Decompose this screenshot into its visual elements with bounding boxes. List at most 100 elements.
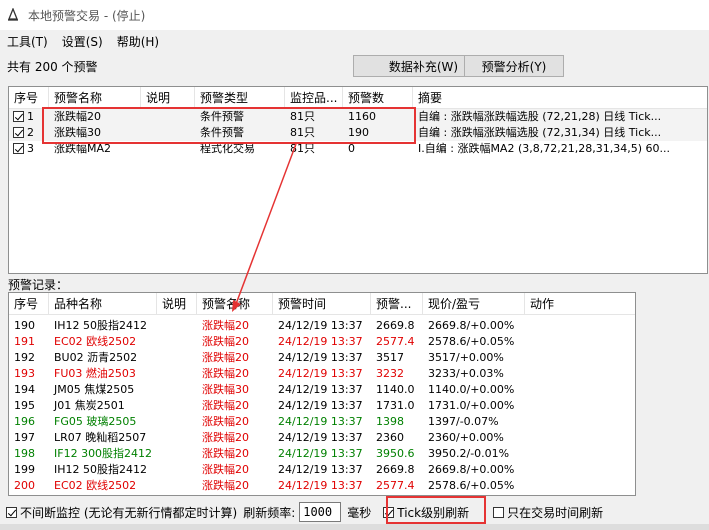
record-cell-pnl: 1731.0/+0.00% [428, 399, 515, 412]
alert-cell-monitor: 81只 [290, 126, 315, 139]
alert-row-checkbox[interactable]: 3 [9, 141, 49, 157]
record-cell-desc [157, 318, 197, 334]
alert-row[interactable]: 2 涨跌幅30 条件预警 81只 190 自编 : 涨跌幅涨跌幅选股 (72,31,34)… [9, 125, 707, 141]
col-alert-count[interactable]: 预警数 [343, 87, 413, 108]
alert-cell-summary: 自编 : 涨跌幅涨跌幅选股 (72,31,34) 日线 Tick... [418, 126, 662, 139]
alert-cell-name: 涨跌幅20 [54, 110, 101, 123]
record-cell-alert: 涨跌幅20 [202, 479, 249, 492]
record-cell-pnl: 1140.0/+0.00% [428, 383, 515, 396]
checkbox-icon[interactable] [13, 143, 24, 154]
record-cell-product: LR07 晚籼稻2507 [54, 431, 147, 444]
record-list[interactable]: 序号 品种名称 说明 预警名称 预警时间 预警... 现价/盈亏 动作 190 I… [8, 292, 636, 496]
alert-cell-name: 涨跌幅30 [54, 126, 101, 139]
col-time[interactable]: 预警时间 [273, 293, 371, 314]
title-bar: 本地预警交易 - (停止) [0, 0, 709, 30]
record-cell-product: IH12 50股指2412 [54, 463, 148, 476]
checkbox-icon[interactable] [383, 507, 395, 518]
checkbox-icon[interactable] [6, 507, 17, 518]
col-record-desc[interactable]: 说明 [157, 293, 197, 314]
record-cell-time: 24/12/19 13:37 [278, 335, 363, 348]
col-price[interactable]: 预警... [371, 293, 423, 314]
menu-tools[interactable]: 工具(T) [0, 33, 55, 50]
col-record-alert[interactable]: 预警名称 [197, 293, 273, 314]
record-cell-alert: 涨跌幅20 [202, 415, 249, 428]
record-cell-product: EC02 欧线2502 [54, 479, 137, 492]
record-cell-time: 24/12/19 13:37 [278, 447, 363, 460]
record-cell-product: JM05 焦煤2505 [54, 383, 135, 396]
record-cell-desc [157, 478, 197, 494]
alert-list-header: 序号 预警名称 说明 预警类型 监控品... 预警数 摘要 [9, 87, 707, 109]
alert-row[interactable]: 1 涨跌幅20 条件预警 81只 1160 自编 : 涨跌幅涨跌幅选股 (72,21,28… [9, 109, 707, 125]
checkbox-icon[interactable] [13, 127, 24, 138]
record-row[interactable]: 199 IH12 50股指2412 涨跌幅20 24/12/19 13:37 2669.… [9, 462, 635, 478]
alert-cell-count: 1160 [348, 110, 376, 123]
record-cell-pnl: 2578.6/+0.05% [428, 479, 515, 492]
record-row[interactable]: 191 EC02 欧线2502 涨跌幅20 24/12/19 13:37 2577.4 2… [9, 334, 635, 350]
alert-rows: 1 涨跌幅20 条件预警 81只 1160 自编 : 涨跌幅涨跌幅选股 (72,21,28… [9, 109, 707, 157]
alert-cell-summary: I.自编 : 涨跌幅MA2 (3,8,72,21,28,31,34,5) 60.… [418, 142, 670, 155]
alert-analysis-button[interactable]: 预警分析(Y) [464, 55, 564, 77]
record-row[interactable]: 200 EC02 欧线2502 涨跌幅20 24/12/19 13:37 2577.4 2… [9, 478, 635, 494]
alert-cell-monitor: 81只 [290, 110, 315, 123]
record-cell-product: FG05 玻璃2505 [54, 415, 137, 428]
trade-time-checkbox[interactable] [493, 505, 507, 519]
record-row[interactable]: 196 FG05 玻璃2505 涨跌幅20 24/12/19 13:37 1398 139… [9, 414, 635, 430]
record-cell-product: J01 焦炭2501 [54, 399, 125, 412]
record-cell-idx: 190 [14, 319, 35, 332]
col-action[interactable]: 动作 [525, 293, 635, 314]
col-alert-type[interactable]: 预警类型 [195, 87, 285, 108]
alert-cell-desc [141, 125, 195, 141]
continuous-monitor-checkbox[interactable] [6, 505, 20, 519]
record-row[interactable]: 193 FU03 燃油2503 涨跌幅20 24/12/19 13:37 3232 323… [9, 366, 635, 382]
col-desc[interactable]: 说明 [141, 87, 195, 108]
alert-row-checkbox[interactable]: 2 [9, 125, 49, 141]
col-product[interactable]: 品种名称 [49, 293, 157, 314]
record-cell-time: 24/12/19 13:37 [278, 319, 363, 332]
record-row[interactable]: 195 J01 焦炭2501 涨跌幅20 24/12/19 13:37 1731.0 17… [9, 398, 635, 414]
alert-row-checkbox[interactable]: 1 [9, 109, 49, 125]
record-cell-alert: 涨跌幅20 [202, 351, 249, 364]
record-cell-idx: 200 [14, 479, 35, 492]
col-pnl[interactable]: 现价/盈亏 [423, 293, 525, 314]
menu-settings[interactable]: 设置(S) [55, 33, 110, 50]
record-cell-alert: 涨跌幅20 [202, 399, 249, 412]
record-cell-pnl: 3233/+0.03% [428, 367, 504, 380]
record-row[interactable]: 190 IH12 50股指2412 涨跌幅20 24/12/19 13:37 2669.… [9, 318, 635, 334]
record-row[interactable]: 197 LR07 晚籼稻2507 涨跌幅20 24/12/19 13:37 2360 23… [9, 430, 635, 446]
alert-cell-summary: 自编 : 涨跌幅涨跌幅选股 (72,21,28) 日线 Tick... [418, 110, 662, 123]
record-cell-alert: 涨跌幅20 [202, 335, 249, 348]
col-summary[interactable]: 摘要 [413, 87, 707, 108]
record-cell-idx: 194 [14, 383, 35, 396]
record-cell-action [525, 430, 635, 446]
col-alert-name[interactable]: 预警名称 [49, 87, 141, 108]
menu-help[interactable]: 帮助(H) [110, 33, 166, 50]
tick-refresh-label: Tick级别刷新 [397, 505, 470, 520]
record-row[interactable]: 192 BU02 沥青2502 涨跌幅20 24/12/19 13:37 3517 351… [9, 350, 635, 366]
record-cell-idx: 193 [14, 367, 35, 380]
record-cell-desc [157, 382, 197, 398]
record-cell-pnl: 3950.2/-0.01% [428, 447, 510, 460]
record-row[interactable]: 194 JM05 焦煤2505 涨跌幅30 24/12/19 13:37 1140.0 1… [9, 382, 635, 398]
record-cell-product: IH12 50股指2412 [54, 319, 148, 332]
checkbox-icon[interactable] [13, 111, 24, 122]
record-cell-alert: 涨跌幅20 [202, 319, 249, 332]
record-rows: 190 IH12 50股指2412 涨跌幅20 24/12/19 13:37 2669.… [9, 315, 635, 494]
col-record-index[interactable]: 序号 [9, 293, 49, 314]
checkbox-icon[interactable] [493, 507, 505, 518]
record-cell-price: 3232 [376, 367, 404, 380]
alert-row-index: 2 [27, 126, 34, 139]
refresh-freq-input[interactable] [299, 502, 342, 522]
window-title: 本地预警交易 - (停止) [28, 8, 146, 23]
col-index[interactable]: 序号 [9, 87, 49, 108]
tick-refresh-checkbox[interactable] [383, 505, 397, 519]
trade-time-label: 只在交易时间刷新 [507, 505, 604, 520]
record-cell-idx: 196 [14, 415, 35, 428]
record-row[interactable]: 198 IF12 300股指2412 涨跌幅20 24/12/19 13:37 3950… [9, 446, 635, 462]
alert-cell-count: 0 [348, 142, 355, 155]
record-cell-desc [157, 446, 197, 462]
alert-list[interactable]: 序号 预警名称 说明 预警类型 监控品... 预警数 摘要 1 涨跌幅20 条件预警… [8, 86, 708, 274]
col-monitor[interactable]: 监控品... [285, 87, 343, 108]
record-cell-pnl: 2578.6/+0.05% [428, 335, 515, 348]
record-cell-price: 3950.6 [376, 447, 415, 460]
alert-row[interactable]: 3 涨跌幅MA2 程式化交易 81只 0 I.自编 : 涨跌幅MA2 (3,8,72,21… [9, 141, 707, 157]
